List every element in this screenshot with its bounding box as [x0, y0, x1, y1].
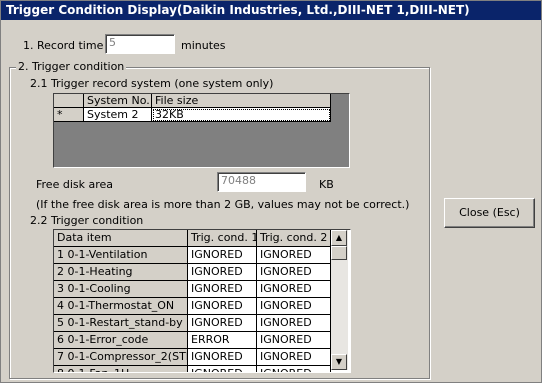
trig-cond-cell[interactable]: IGNORED: [188, 366, 257, 372]
trig-cond-cell[interactable]: IGNORED: [257, 349, 331, 366]
data-item-cell: 5 0-1-Restart_stand-by: [54, 315, 188, 332]
record-time-label: 1. Record time: [23, 39, 104, 52]
record-system-label: 2.1 Trigger record system (one system on…: [30, 77, 274, 90]
trigger-condition-label: 2. Trigger condition: [16, 60, 127, 73]
free-disk-unit: KB: [319, 178, 334, 191]
dialog-window: Trigger Condition Display(Daikin Industr…: [0, 0, 542, 383]
row-marker: *: [54, 108, 84, 122]
data-item-cell: 6 0-1-Error_code: [54, 332, 188, 349]
column-header-data-item: Data item: [54, 230, 188, 247]
data-item-cell: 3 0-1-Cooling: [54, 281, 188, 298]
conditions-label: 2.2 Trigger condition: [30, 214, 144, 227]
trig-cond-cell[interactable]: IGNORED: [257, 366, 331, 372]
trig-cond-cell[interactable]: IGNORED: [257, 247, 331, 264]
trig-cond-cell[interactable]: IGNORED: [188, 315, 257, 332]
trig-cond-cell[interactable]: IGNORED: [188, 281, 257, 298]
scroll-thumb[interactable]: [331, 246, 347, 260]
trig-cond-cell[interactable]: IGNORED: [188, 247, 257, 264]
column-header-trig-cond-1: Trig. cond. 1: [188, 230, 257, 247]
column-header-system-no: System No.: [84, 94, 152, 108]
system-no-cell[interactable]: System 2: [84, 108, 152, 122]
data-item-cell: 4 0-1-Thermostat_ON: [54, 298, 188, 315]
grid-corner: [54, 94, 84, 108]
trig-cond-cell[interactable]: IGNORED: [188, 264, 257, 281]
data-item-cell: 8 0-1-Fan_1H: [54, 366, 188, 372]
free-disk-label: Free disk area: [36, 178, 114, 191]
data-item-cell: 1 0-1-Ventilation: [54, 247, 188, 264]
record-time-value: 5: [109, 36, 116, 49]
trig-cond-cell[interactable]: ERROR: [188, 332, 257, 349]
trig-cond-cell[interactable]: IGNORED: [257, 298, 331, 315]
column-header-trig-cond-2: Trig. cond. 2: [257, 230, 331, 247]
trig-cond-cell[interactable]: IGNORED: [257, 264, 331, 281]
window-title: Trigger Condition Display(Daikin Industr…: [1, 1, 541, 20]
trig-cond-cell[interactable]: IGNORED: [188, 349, 257, 366]
close-button[interactable]: Close (Esc): [444, 198, 535, 228]
conditions-grid[interactable]: Data item Trig. cond. 1 Trig. cond. 2 1 0-1…: [53, 229, 351, 373]
trig-cond-cell[interactable]: IGNORED: [257, 315, 331, 332]
file-size-cell[interactable]: 32KB: [152, 108, 331, 122]
trig-cond-cell[interactable]: IGNORED: [257, 281, 331, 298]
record-time-input[interactable]: 5: [105, 34, 175, 54]
trig-cond-cell[interactable]: IGNORED: [257, 332, 331, 349]
record-time-unit: minutes: [181, 39, 226, 52]
column-header-file-size: File size: [152, 94, 331, 108]
record-system-grid[interactable]: System No. File size * System 2 32KB: [53, 93, 350, 168]
free-disk-value: 70488: [221, 174, 256, 187]
scroll-up-button[interactable]: ▲: [331, 230, 347, 246]
scroll-down-button[interactable]: ▼: [331, 354, 347, 370]
data-item-cell: 7 0-1-Compressor_2(STD): [54, 349, 188, 366]
vertical-scrollbar[interactable]: ▲ ▼: [331, 230, 348, 370]
free-disk-input[interactable]: 70488: [217, 172, 306, 192]
free-disk-note: (If the free disk area is more than 2 GB…: [36, 198, 410, 211]
trig-cond-cell[interactable]: IGNORED: [188, 298, 257, 315]
data-item-cell: 2 0-1-Heating: [54, 264, 188, 281]
